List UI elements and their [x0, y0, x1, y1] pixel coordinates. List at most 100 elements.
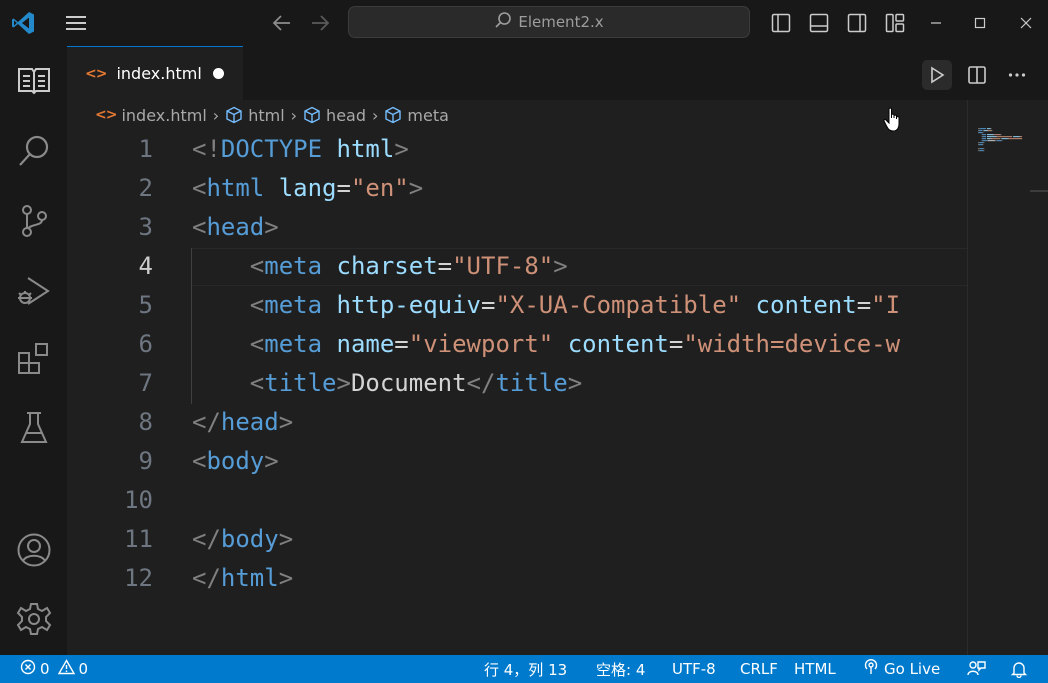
breadcrumb-item[interactable]: html	[248, 106, 284, 125]
minimap-token	[978, 144, 983, 146]
minimap-token	[982, 132, 984, 134]
maximize-icon[interactable]	[964, 10, 996, 36]
layout-customize-icon[interactable]	[882, 10, 908, 36]
encoding-setting[interactable]: UTF-8	[672, 655, 716, 683]
problems-indicator[interactable]: 0 0	[20, 655, 88, 683]
code-token: =	[437, 252, 453, 280]
code-token: =	[394, 330, 409, 358]
code-line[interactable]: 8 </head>	[67, 403, 967, 442]
arrow-left-icon[interactable]	[268, 11, 296, 35]
code-token: <!	[192, 135, 221, 163]
menu-icon[interactable]	[60, 11, 92, 35]
eol-setting[interactable]: CRLF	[740, 655, 778, 683]
testing-icon[interactable]	[14, 408, 54, 448]
layout-sidebar-right-icon[interactable]	[844, 10, 870, 36]
line-number: 3	[138, 213, 153, 241]
code-token: meta	[264, 252, 323, 280]
run-debug-icon[interactable]	[14, 271, 54, 311]
run-icon[interactable]	[922, 60, 952, 90]
minimap-token	[982, 136, 987, 138]
code-line[interactable]: 1 <!DOCTYPE html>	[67, 130, 967, 169]
vertical-scrollbar[interactable]	[1030, 190, 1048, 192]
html-file-icon: <>	[95, 107, 117, 123]
go-live-button[interactable]: Go Live	[862, 655, 940, 683]
code-token: >	[394, 135, 409, 163]
command-center-search[interactable]: Element2.x	[348, 6, 750, 38]
tab-index-html[interactable]: <> index.html	[67, 46, 243, 100]
notifications-bell-icon[interactable]	[1010, 655, 1028, 683]
layout-sidebar-left-icon[interactable]	[768, 10, 794, 36]
minimap-token	[1000, 134, 1002, 136]
close-icon[interactable]	[1010, 10, 1042, 36]
breadcrumb-item[interactable]: index.html	[121, 106, 206, 125]
code-text: <head>	[192, 208, 279, 247]
breadcrumb-item[interactable]: head	[326, 106, 366, 125]
code-line[interactable]: 6 <meta name="viewport" content="width=d…	[67, 325, 967, 364]
cursor-position[interactable]: 行 4，列 13	[484, 655, 567, 683]
code-text: </html>	[192, 559, 293, 598]
minimap-token	[996, 136, 997, 138]
explorer-icon[interactable]	[14, 60, 54, 100]
code-line[interactable]: 11 </body>	[67, 520, 967, 559]
code-line[interactable]: 12 </html>	[67, 559, 967, 598]
layout-controls	[768, 10, 908, 36]
minimap-token	[983, 130, 987, 132]
minimap-token	[981, 134, 983, 136]
code-editor[interactable]: 1 <!DOCTYPE html> 2 <html lang="en"> 3 <head>…	[67, 130, 967, 655]
minimap-token	[1001, 138, 1008, 140]
line-number: 12	[124, 564, 153, 592]
search-icon[interactable]	[14, 131, 54, 171]
breadcrumb-item[interactable]: meta	[407, 106, 449, 125]
settings-gear-icon[interactable]	[14, 599, 54, 639]
minimap-token	[1007, 138, 1009, 140]
code-token: >	[408, 174, 424, 202]
code-token: "UTF-8"	[452, 252, 554, 280]
code-token: title	[264, 369, 337, 397]
language-mode[interactable]: HTML	[794, 655, 836, 683]
more-actions-icon[interactable]	[1002, 60, 1032, 90]
code-token: >	[553, 252, 568, 280]
code-text: <body>	[192, 442, 279, 481]
code-token: </	[192, 525, 221, 553]
minimap[interactable]	[967, 100, 1048, 655]
symbol-element-icon	[225, 106, 243, 124]
minimap-token	[979, 150, 984, 152]
code-line[interactable]: 3 <head>	[67, 208, 967, 247]
minimap-token	[982, 140, 987, 142]
code-line[interactable]: 9 <body>	[67, 442, 967, 481]
symbol-element-icon	[384, 106, 402, 124]
layout-panel-icon[interactable]	[806, 10, 832, 36]
code-token: body	[206, 447, 265, 475]
chevron-right-icon: ›	[212, 105, 220, 125]
code-token: <	[249, 369, 265, 397]
code-line[interactable]: 2 <html lang="en">	[67, 169, 967, 208]
code-text: </head>	[192, 403, 293, 442]
mouse-pointer-hand-icon	[882, 107, 904, 133]
split-editor-icon[interactable]	[962, 60, 992, 90]
minimap-token	[983, 148, 985, 150]
minimap-token	[983, 142, 985, 144]
extensions-icon[interactable]	[14, 339, 54, 379]
minimap-token	[995, 140, 997, 142]
arrow-right-icon[interactable]	[306, 11, 334, 35]
warning-icon	[57, 659, 75, 679]
minimap-token	[982, 144, 984, 146]
indentation-setting[interactable]: 空格: 4	[596, 655, 645, 683]
code-line[interactable]: 10	[67, 481, 967, 520]
accounts-icon[interactable]	[14, 530, 54, 570]
line-number: 11	[124, 525, 153, 553]
code-line[interactable]: 7 <title>Document</title>	[67, 364, 967, 403]
code-line[interactable]: 5 <meta http-equiv="X-UA-Compatible" con…	[67, 286, 967, 325]
code-token: "I	[871, 291, 901, 319]
source-control-icon[interactable]	[14, 201, 54, 241]
unsaved-dot-icon[interactable]	[213, 68, 224, 79]
minimap-token	[978, 128, 980, 130]
symbol-element-icon	[303, 106, 321, 124]
code-line[interactable]: 4 <meta charset="UTF-8">	[67, 247, 967, 286]
feedback-icon[interactable]	[966, 655, 986, 683]
minimize-icon[interactable]	[920, 10, 952, 36]
